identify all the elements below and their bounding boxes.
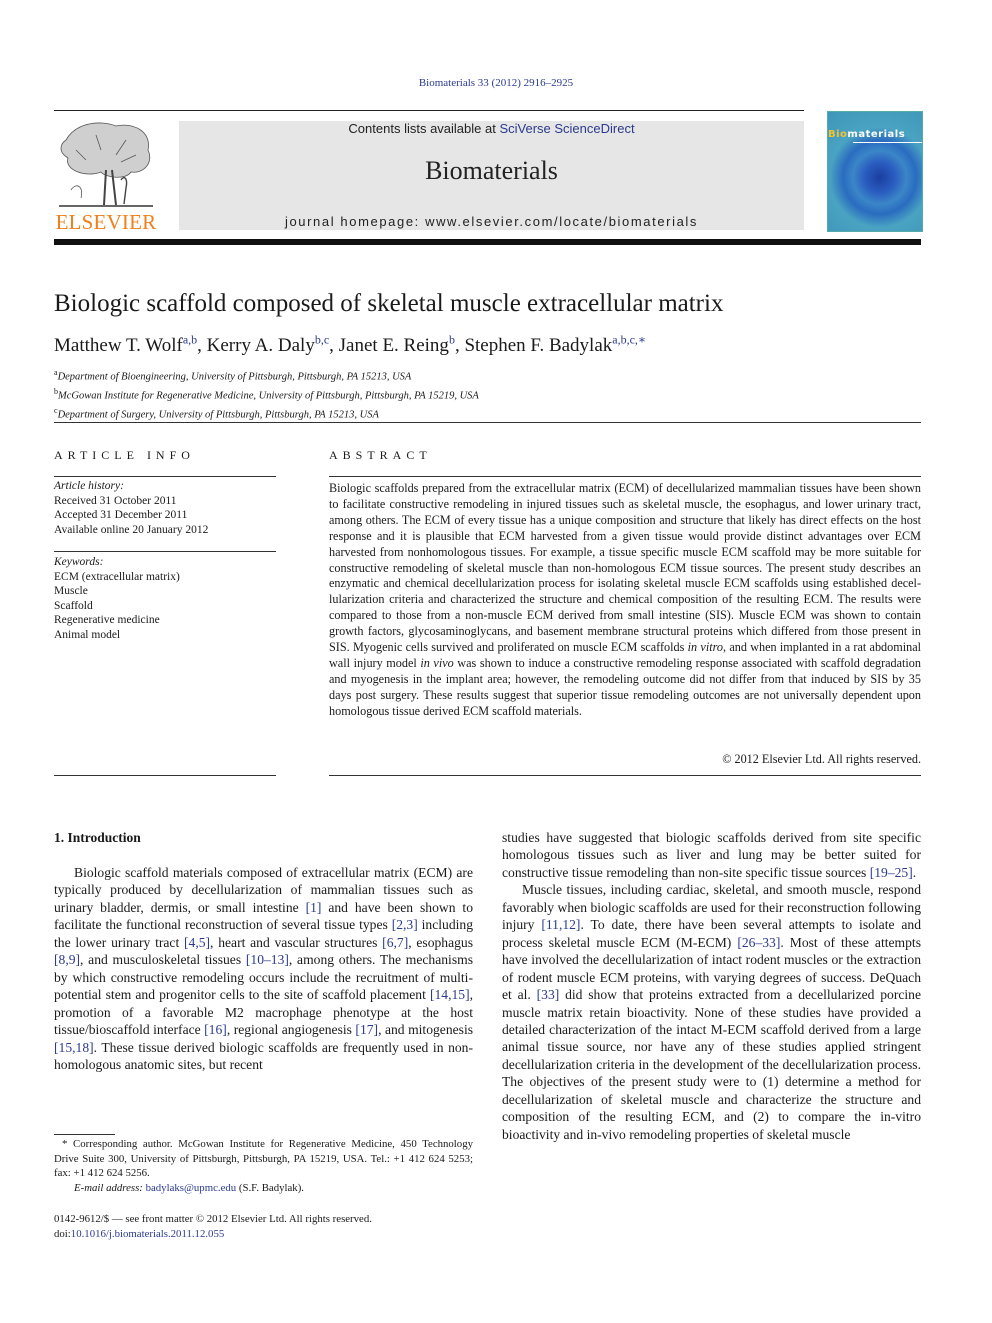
contents-prefix: Contents lists available at	[348, 121, 500, 136]
article-info-rule	[54, 476, 276, 477]
keyword: Regenerative medicine	[54, 614, 160, 626]
author-affiliation-marks[interactable]: a,b,c,∗	[612, 333, 646, 347]
author[interactable]: Kerry A. Dalyb,c,	[207, 333, 339, 356]
history-received: Received 31 October 2011	[54, 494, 177, 507]
author[interactable]: Janet E. Reingb,	[339, 333, 465, 356]
reference-link[interactable]: [8,9]	[54, 952, 80, 967]
article-title: Biologic scaffold composed of skeletal m…	[54, 290, 724, 317]
abstract-heading: ABSTRACT	[329, 448, 432, 462]
journal-homepage[interactable]: journal homepage: www.elsevier.com/locat…	[179, 214, 804, 229]
keyword: Muscle	[54, 585, 88, 597]
reference-link[interactable]: [19–25]	[870, 865, 913, 880]
reference-link[interactable]: [4,5]	[184, 935, 210, 950]
affiliation-c: cDepartment of Surgery, University of Pi…	[54, 406, 379, 421]
article-info-heading: ARTICLE INFO	[54, 448, 195, 462]
author[interactable]: Matthew T. Wolfa,b,	[54, 333, 207, 356]
author[interactable]: Stephen F. Badylaka,b,c,∗	[464, 333, 646, 356]
body-text: .	[912, 864, 917, 880]
article-info-rule	[54, 551, 276, 552]
footnote-rule	[54, 1134, 115, 1135]
reference-link[interactable]: [1]	[306, 900, 322, 915]
keyword: Scaffold	[54, 599, 93, 612]
email-link[interactable]: badylaks@upmc.edu	[146, 1182, 237, 1194]
author-affiliation-marks[interactable]: b,c	[315, 333, 329, 347]
reference-link[interactable]: [10–13]	[246, 952, 289, 967]
paragraph: Biologic scaffold materials composed of …	[54, 864, 473, 1073]
front-matter-text: 0142-9612/$ — see front matter © 2012 El…	[54, 1213, 372, 1225]
reference-link[interactable]: [33]	[537, 987, 560, 1002]
body-text: , heart and vascular structures	[210, 934, 383, 950]
header-rule	[54, 110, 804, 111]
header-thick-rule	[54, 239, 921, 245]
body-text: . These tissue derived biologic scaffold…	[54, 1039, 473, 1072]
corresponding-author-text: * Corresponding author. McGowan Institut…	[54, 1138, 473, 1179]
front-matter: 0142-9612/$ — see front matter © 2012 El…	[54, 1212, 372, 1241]
affiliation-a: aDepartment of Bioengineering, Universit…	[54, 368, 412, 383]
reference-link[interactable]: [2,3]	[392, 917, 418, 932]
abstract-rule	[329, 476, 921, 477]
body-text: , and musculo­skeletal tissues	[80, 952, 246, 968]
keyword: ECM (extracellular matrix)	[54, 570, 180, 583]
history-available-online: Available online 20 January 2012	[54, 523, 209, 536]
section-divider	[54, 422, 921, 423]
affiliations: aDepartment of Bioengineering, Universit…	[54, 366, 479, 423]
keywords: Keywords: ECM (extracellular matrix) Mus…	[54, 555, 180, 642]
reference-link[interactable]: [26–33]	[737, 935, 780, 950]
elsevier-logo[interactable]: ELSEVIER	[54, 120, 158, 235]
paragraph: studies have suggested that biologic sca…	[502, 829, 921, 881]
journal-citation[interactable]: Biomaterials 33 (2012) 2916–2925	[0, 77, 992, 89]
author-affiliation-marks[interactable]: a,b	[183, 333, 197, 347]
abstract-copyright: © 2012 Elsevier Ltd. All rights reserved…	[722, 752, 921, 766]
cover-rule	[853, 142, 922, 143]
cover-title: Biomaterials	[828, 129, 906, 140]
keyword: Animal model	[54, 628, 121, 641]
sciencedirect-link[interactable]: SciVerse ScienceDirect	[499, 121, 634, 136]
reference-link[interactable]: [14,15]	[430, 987, 470, 1002]
history-accepted: Accepted 31 December 2011	[54, 509, 188, 521]
article-info-bottom-rule	[54, 775, 276, 776]
email-line: E-mail address: badylaks@upmc.edu (S.F. …	[74, 1181, 304, 1194]
reference-link[interactable]: [15,18]	[54, 1040, 94, 1055]
contents-line: Contents lists available at SciVerse Sci…	[179, 121, 804, 136]
elsevier-wordmark: ELSEVIER	[55, 210, 157, 234]
reference-link[interactable]: [17]	[355, 1022, 378, 1037]
journal-banner: Contents lists available at SciVerse Sci…	[179, 121, 804, 230]
body-column-left: Biologic scaffold materials composed of …	[54, 864, 473, 1073]
reference-link[interactable]: [6,7]	[382, 935, 408, 950]
body-text: , esophagus	[408, 934, 474, 950]
abstract-bottom-rule	[329, 775, 921, 776]
author-list: Matthew T. Wolfa,b, Kerry A. Dalyb,c, Ja…	[54, 333, 646, 357]
paragraph: Muscle tissues, including cardiac, skele…	[502, 881, 921, 1143]
body-column-right: studies have suggested that biologic sca…	[502, 829, 921, 1143]
journal-name: Biomaterials	[425, 156, 558, 185]
body-text: , and mitogenesis	[378, 1022, 474, 1038]
elsevier-tree-icon	[59, 122, 153, 207]
body-text: studies have suggested that biologic sca…	[502, 830, 921, 880]
doi-line: doi:10.1016/j.biomaterials.2011.12.055	[54, 1227, 225, 1240]
abstract-text: Biologic scaffolds prepared from the ext…	[329, 481, 921, 718]
affiliation-b: bMcGowan Institute for Regenerative Medi…	[54, 387, 479, 402]
journal-cover-thumbnail[interactable]: Biomaterials	[827, 111, 923, 232]
reference-link[interactable]: [16]	[204, 1022, 227, 1037]
body-text: , regional angiogenesis	[226, 1022, 356, 1038]
introduction-heading: 1. Introduction	[54, 830, 141, 845]
article-history-label: Article history:	[54, 480, 124, 492]
corresponding-author-footnote: * Corresponding author. McGowan Institut…	[54, 1137, 473, 1195]
body-text: did show that proteins extracted from a …	[502, 987, 921, 1142]
article-history: Article history: Received 31 October 201…	[54, 479, 208, 537]
doi-link[interactable]: 10.1016/j.biomaterials.2011.12.055	[71, 1228, 224, 1240]
keywords-label: Keywords:	[54, 556, 104, 568]
reference-link[interactable]: [11,12]	[541, 917, 580, 932]
